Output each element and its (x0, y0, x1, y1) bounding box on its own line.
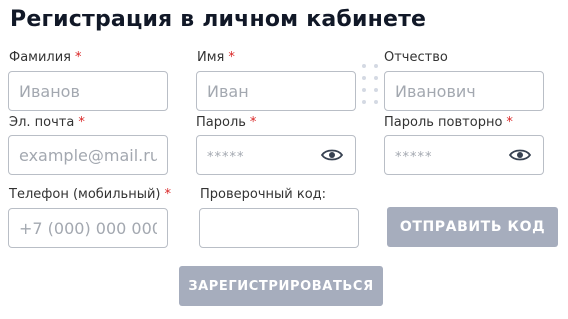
middle-name-label: Отчество (384, 50, 448, 65)
first-name-label: Имя * (197, 50, 235, 65)
last-name-label: Фамилия * (9, 50, 82, 65)
phone-label: Телефон (мобильный) * (9, 187, 171, 202)
password-label-text: Пароль (196, 115, 246, 130)
phone-field[interactable] (8, 208, 168, 248)
first-name-field[interactable] (196, 71, 356, 111)
code-field[interactable] (199, 208, 359, 248)
send-code-button[interactable]: Отправить код (387, 207, 558, 247)
required-mark: * (249, 115, 257, 130)
code-label: Проверочный код: (200, 187, 326, 202)
page-title: Регистрация в личном кабинете (10, 7, 427, 32)
email-label-text: Эл. почта (9, 115, 75, 130)
phone-input[interactable] (9, 209, 167, 247)
register-button[interactable]: Зарегистрироваться (179, 266, 383, 306)
required-mark: * (164, 187, 172, 202)
decorative-dots (362, 64, 380, 104)
password-field[interactable] (196, 135, 356, 175)
required-mark: * (78, 115, 85, 130)
eye-icon[interactable] (321, 148, 343, 162)
last-name-input[interactable] (9, 72, 167, 110)
last-name-label-text: Фамилия (9, 50, 71, 65)
code-input[interactable] (200, 209, 358, 247)
password-repeat-field[interactable] (384, 135, 544, 175)
required-mark: * (228, 50, 235, 65)
middle-name-input[interactable] (385, 72, 543, 110)
password-label: Пароль * (196, 115, 256, 130)
phone-label-text: Телефон (мобильный) (9, 187, 161, 202)
first-name-input[interactable] (197, 72, 355, 110)
password-repeat-label-text: Пароль повторно (384, 115, 503, 130)
required-mark: * (75, 50, 82, 65)
required-mark: * (506, 115, 513, 130)
middle-name-field[interactable] (384, 71, 544, 111)
code-label-text: Проверочный код: (200, 187, 327, 202)
eye-icon[interactable] (509, 148, 531, 162)
middle-name-label-text: Отчество (384, 50, 448, 65)
email-label: Эл. почта * (9, 115, 85, 130)
email-field[interactable] (8, 135, 168, 175)
password-repeat-label: Пароль повторно * (384, 115, 513, 130)
last-name-field[interactable] (8, 71, 168, 111)
email-input[interactable] (9, 136, 167, 174)
first-name-label-text: Имя (197, 50, 225, 65)
